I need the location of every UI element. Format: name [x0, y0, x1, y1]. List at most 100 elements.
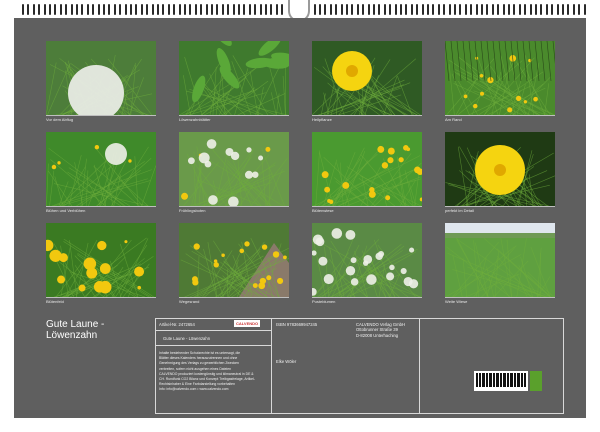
binding-loop: [400, 4, 402, 15]
info-divider: [419, 319, 420, 413]
binding-loop: [248, 4, 251, 15]
binding-loop: [389, 4, 392, 15]
binding-loop: [275, 4, 278, 15]
author: Elke Wöler: [276, 359, 297, 364]
binding-loop: [437, 4, 440, 15]
photo-image: [445, 132, 555, 206]
photo-image: [312, 41, 422, 115]
legal-line: Info: info@calvendo.com • www.calvendo.c…: [159, 387, 229, 392]
binding-loop: [491, 4, 494, 15]
photo-strip: [46, 206, 156, 207]
binding-loop: [124, 4, 127, 15]
binding-loop: [49, 4, 51, 15]
binding-loop: [362, 4, 365, 15]
calendar-photo: [46, 223, 156, 297]
photo-strip: [46, 297, 156, 298]
binding-loop: [86, 4, 89, 15]
binding-loop: [329, 4, 332, 15]
binding-loop: [27, 4, 30, 15]
info-divider: [271, 319, 272, 413]
photo-image: [46, 41, 156, 115]
publisher-line: CALVENDO Verlag GmbH: [356, 322, 406, 327]
binding-loop: [540, 4, 543, 15]
binding-loop: [270, 4, 273, 15]
binding-loop: [351, 4, 354, 15]
info-divider: [156, 345, 271, 346]
binding-loop: [59, 4, 62, 15]
calendar-photo: [312, 41, 422, 115]
photo-caption: Heilpflanze: [312, 117, 332, 122]
calendar-photo: [312, 132, 422, 206]
legal-line: verbreiten, sofern nicht ausgehen eines …: [159, 366, 232, 371]
photo-strip: [46, 115, 156, 116]
binding-loop: [356, 4, 359, 15]
photo-strip: [312, 115, 422, 116]
publisher-line: D-82008 Unterhaching: [356, 332, 399, 338]
binding-loop: [81, 4, 84, 15]
calendar-photo: [179, 41, 289, 115]
calendar-subtitle: Gute Laune - Löwenzahn: [163, 336, 211, 341]
binding-loop: [367, 4, 370, 15]
binding-loop: [97, 4, 100, 15]
photo-caption: Blütenwiese: [312, 208, 334, 213]
binding-loop: [38, 4, 41, 15]
calendar-photo: [445, 223, 555, 297]
photo-strip: [179, 297, 289, 298]
binding-loop: [508, 4, 510, 15]
binding-loop: [410, 4, 413, 15]
binding-loop: [319, 4, 321, 15]
binding-loop: [184, 4, 186, 15]
binding-loop: [583, 4, 586, 15]
photo-image: [445, 41, 555, 115]
binding-loop: [470, 4, 473, 15]
binding-loop: [464, 4, 467, 15]
publisher-line: Ottobrunner Straße 39: [356, 327, 398, 333]
photo-caption: Blühen und Verblühen: [46, 208, 86, 213]
binding-loop: [448, 4, 451, 15]
binding-loop: [76, 4, 78, 15]
photo-image: [46, 132, 156, 206]
info-divider: [156, 330, 271, 331]
title-line-2: Löwenzahn: [46, 330, 98, 341]
photo-caption: Blütenfeld: [46, 299, 64, 304]
binding-loop: [108, 4, 111, 15]
legal-line: CH. Rundfunk CO2 Bilanz und Konzept Trei…: [159, 377, 255, 381]
photo-image: [445, 223, 555, 297]
photo-image: [179, 132, 289, 206]
binding-loop: [200, 4, 203, 15]
photo-image: [312, 132, 422, 206]
binding-loop: [221, 4, 224, 15]
binding-loop: [475, 4, 478, 15]
binding-loop: [373, 4, 375, 15]
binding-loop: [140, 4, 143, 15]
binding-loop: [243, 4, 246, 15]
binding-loop: [572, 4, 575, 15]
binding-loop: [259, 4, 262, 15]
binding-loop: [562, 4, 564, 15]
binding-loop: [211, 4, 213, 15]
binding-loop: [113, 4, 116, 15]
binding-loop: [524, 4, 527, 15]
binding-loop: [151, 4, 154, 15]
binding-loop: [178, 4, 181, 15]
binding-loop: [281, 4, 284, 15]
photo-image: [179, 41, 289, 115]
legal-line: Inhalte bestehender Schutzrechte ist es …: [159, 351, 241, 355]
photo-image: [46, 223, 156, 297]
calendar-photo: [445, 132, 555, 206]
binding-loop: [513, 4, 516, 15]
photo-strip: [179, 115, 289, 116]
binding-loop: [70, 4, 73, 15]
binding-loop: [432, 4, 435, 15]
binding-loop: [103, 4, 105, 15]
calendar-photo: [46, 132, 156, 206]
photo-strip: [312, 297, 422, 298]
binding-loop: [189, 4, 192, 15]
binding-loop: [205, 4, 208, 15]
calendar-title: Gute Laune - Löwenzahn: [46, 319, 104, 341]
photo-caption: Wegesrand: [179, 299, 200, 304]
binding-loop: [167, 4, 170, 15]
binding-loop: [535, 4, 537, 15]
binding-loop: [405, 4, 408, 15]
calendar-photo: [179, 132, 289, 206]
